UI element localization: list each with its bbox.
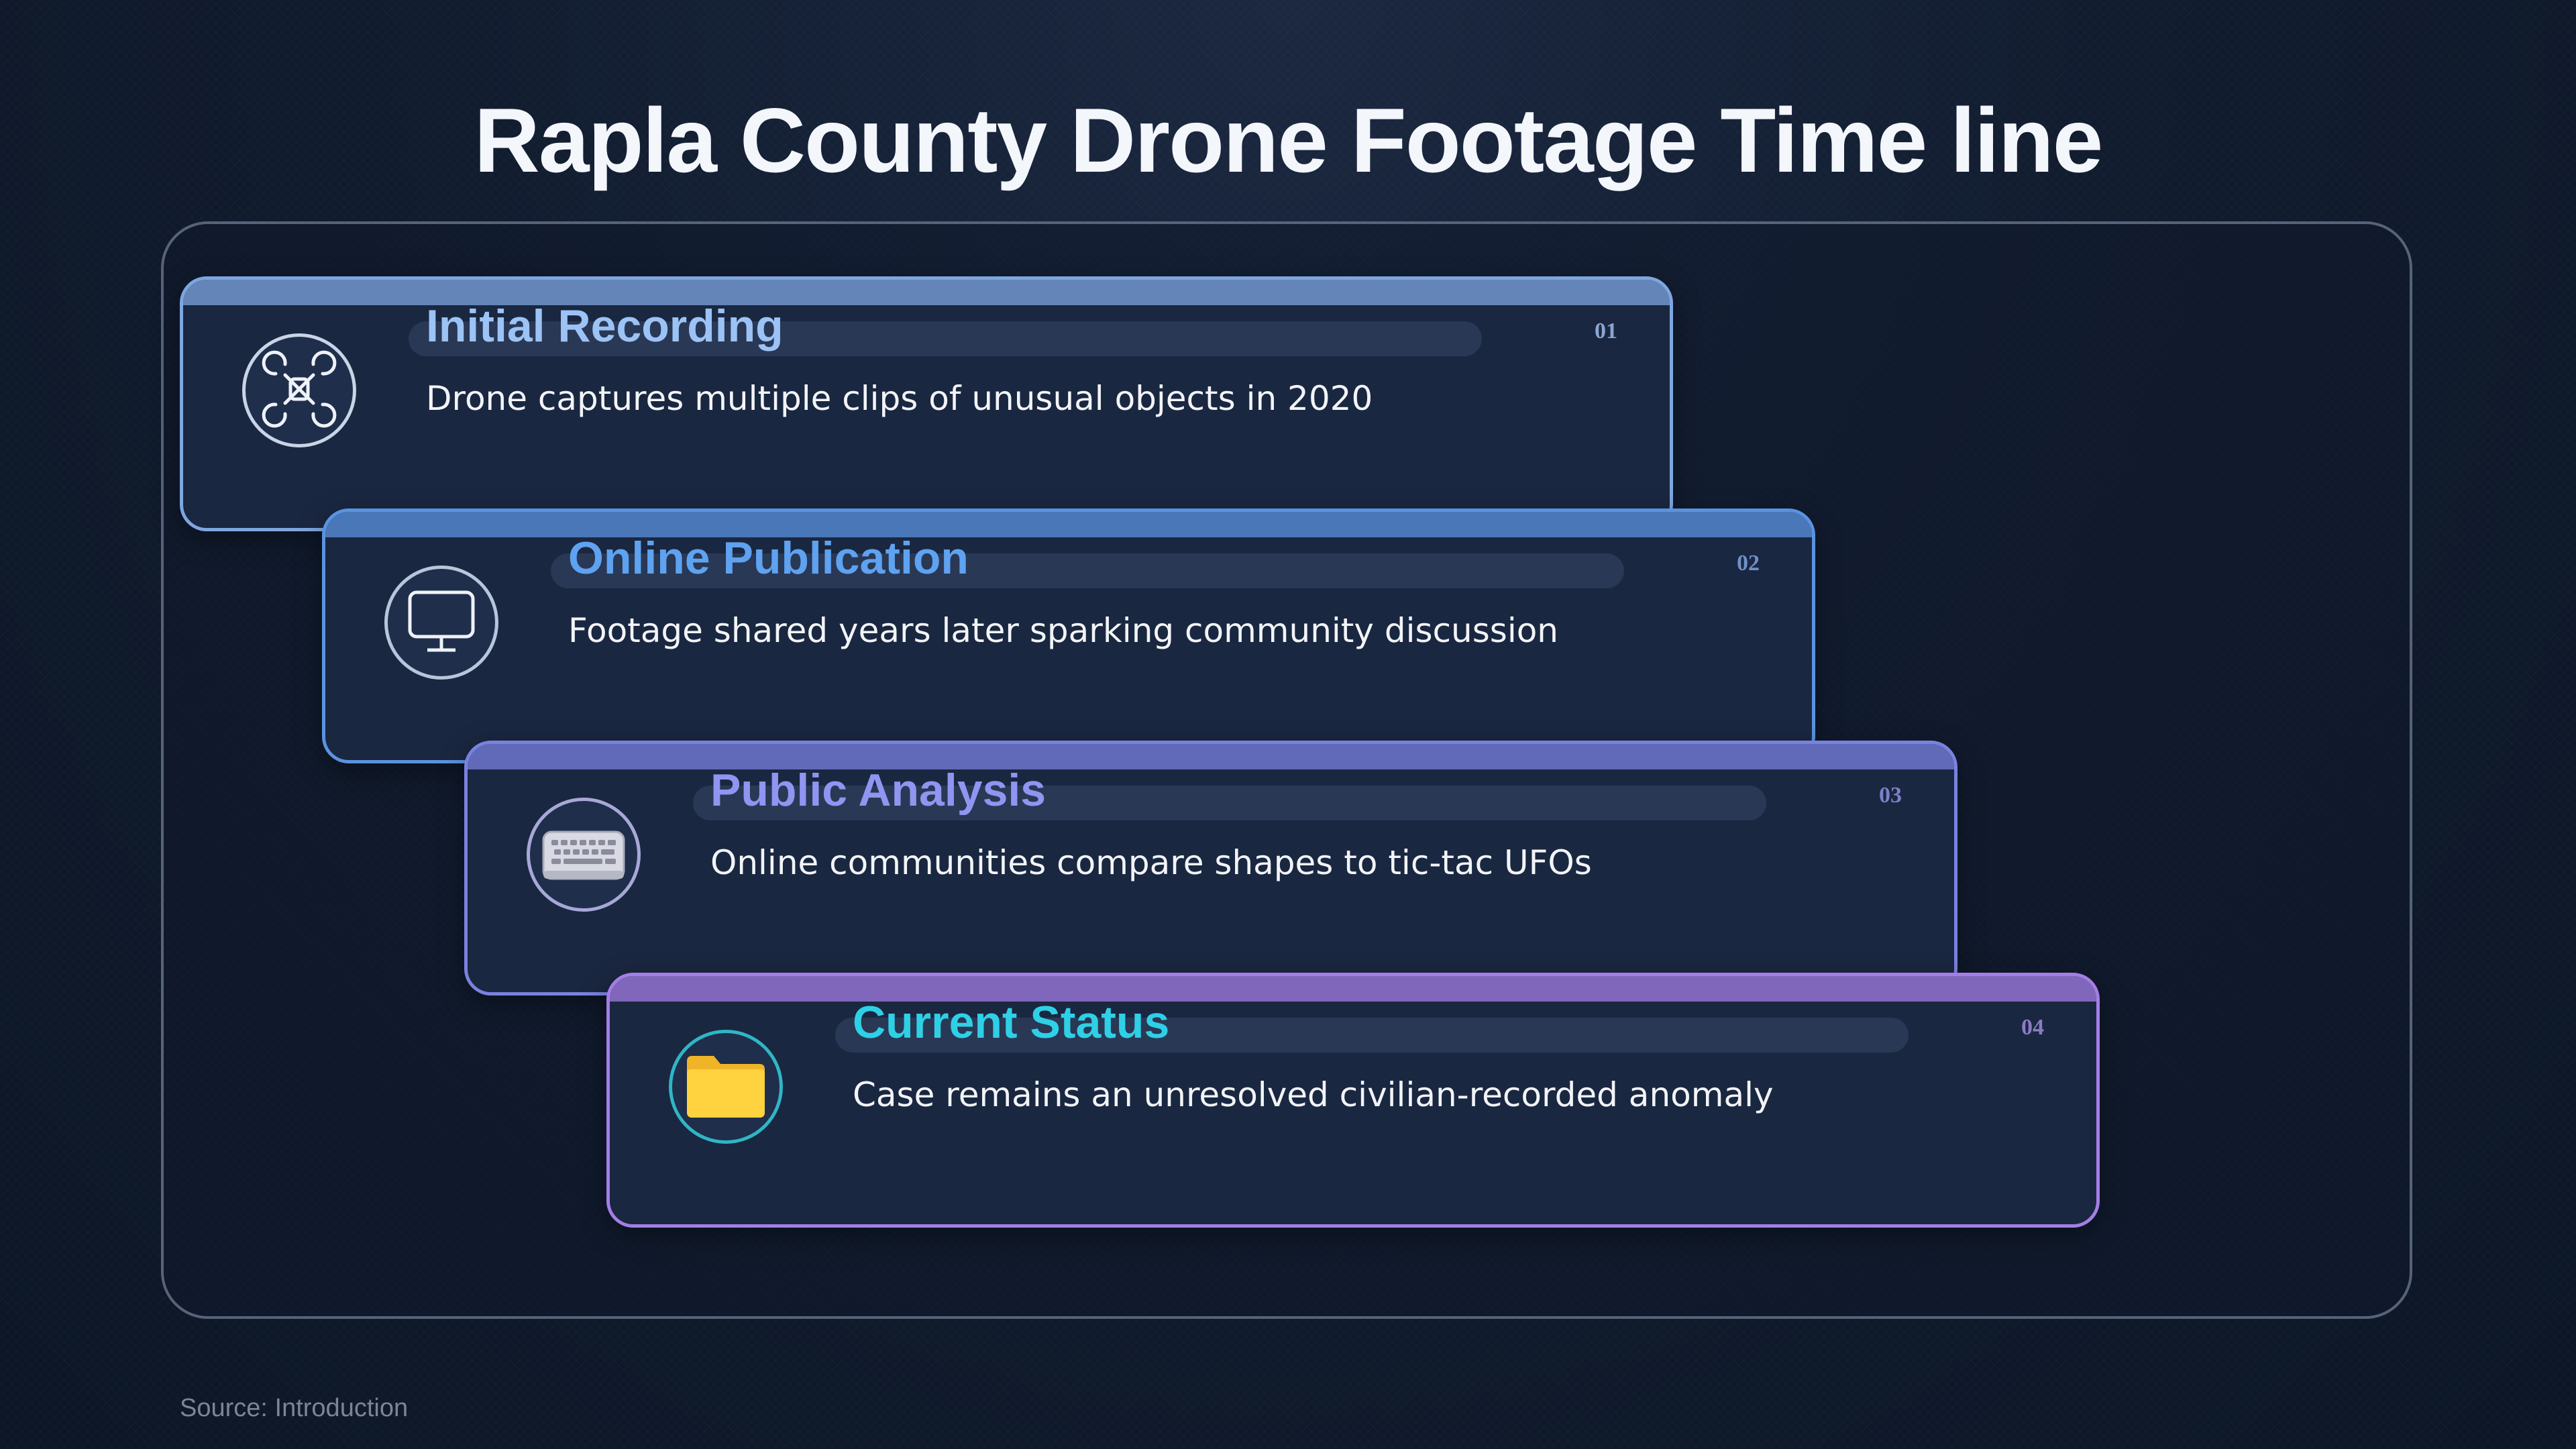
timeline-card-current-status: Current Status Case remains an unresolve…: [606, 973, 2100, 1228]
step-title: Initial Recording: [426, 301, 784, 352]
timeline-card-public-analysis: Public Analysis Online communities compa…: [464, 741, 1957, 996]
card-accent-bar: [183, 280, 1670, 305]
step-title: Online Publication: [568, 533, 969, 584]
step-description: Online communities compare shapes to tic…: [710, 843, 1592, 882]
card-accent-bar: [468, 744, 1954, 769]
timeline-card-online-publication: Online Publication Footage shared years …: [322, 508, 1815, 763]
monitor-icon: [398, 578, 485, 668]
source-note: Source: Introduction: [180, 1394, 409, 1422]
step-title: Current Status: [853, 997, 1170, 1048]
icon-badge: [384, 566, 498, 680]
step-number: 01: [1595, 319, 1617, 343]
card-accent-bar: [610, 976, 2096, 1002]
step-description: Case remains an unresolved civilian-reco…: [853, 1075, 1774, 1114]
keyboard-icon: [537, 806, 631, 904]
step-number: 03: [1879, 783, 1902, 808]
step-number: 04: [2021, 1015, 2044, 1040]
card-accent-bar: [325, 512, 1812, 537]
folder-icon: [679, 1038, 773, 1136]
icon-badge: [242, 333, 356, 447]
icon-badge: [527, 798, 641, 912]
icon-badge: [669, 1030, 783, 1144]
timeline-card-initial-recording: Initial Recording Drone captures multipl…: [180, 276, 1673, 531]
step-description: Footage shared years later sparking comm…: [568, 611, 1559, 650]
drone-icon: [256, 345, 343, 436]
page-title: Rapla County Drone Footage Time line: [474, 89, 2104, 191]
step-number: 02: [1737, 551, 1760, 576]
step-description: Drone captures multiple clips of unusual…: [426, 379, 1373, 418]
step-title: Public Analysis: [710, 765, 1046, 816]
